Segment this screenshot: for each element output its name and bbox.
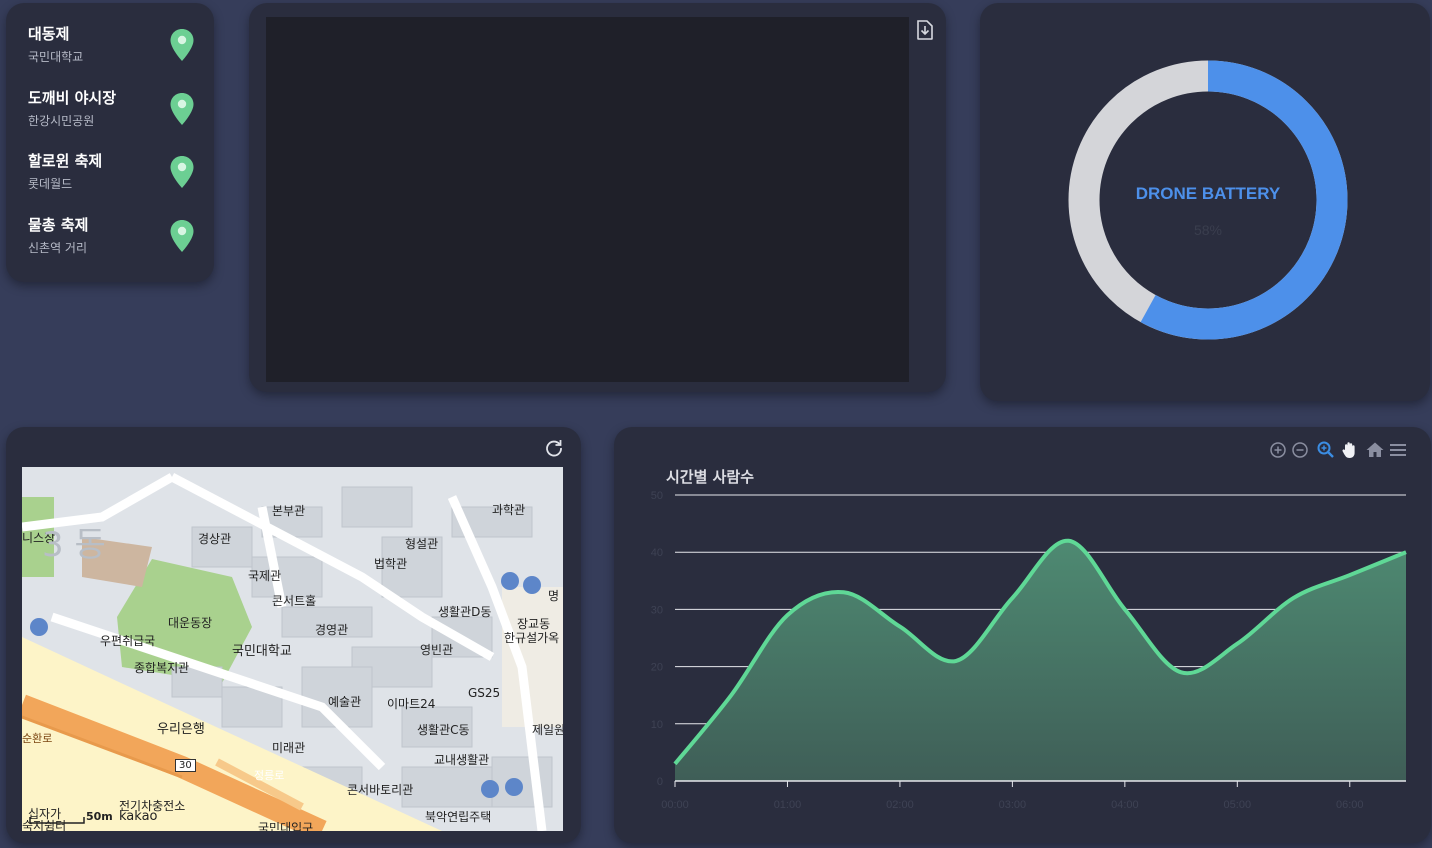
y-tick-label: 30 — [651, 604, 663, 616]
festival-item[interactable]: 물총 축제 신촌역 거리 — [28, 214, 203, 264]
festival-name: 할로윈 축제 — [28, 152, 103, 170]
x-tick-label: 01:00 — [774, 799, 802, 811]
refresh-icon[interactable] — [544, 438, 564, 458]
battery-title: DRONE BATTERY — [1135, 184, 1281, 203]
map-label: 국민대입구 — [258, 821, 314, 831]
map-label: 미래관 — [272, 741, 306, 755]
home-reset-icon[interactable] — [1365, 440, 1385, 460]
y-tick-label: 20 — [651, 662, 663, 674]
festival-name: 물총 축제 — [28, 216, 89, 234]
battery-card: DRONE BATTERY 58% — [980, 3, 1430, 401]
map-label: 우리은행 — [157, 722, 205, 737]
x-tick-label: 02:00 — [886, 799, 914, 811]
map-label: 이마트24 — [387, 697, 436, 711]
road-number-badge: 30 — [175, 759, 196, 772]
festival-item[interactable]: 할로윈 축제 롯데월드 — [28, 150, 203, 200]
festival-place: 신촌역 거리 — [28, 241, 88, 255]
map-label: 콘서바토리관 — [347, 783, 414, 797]
chart-card: 0 10 20 30 40 50 00:00 01:00 02:00 03:00 04:00 05:… — [614, 427, 1431, 843]
festival-place: 국민대학교 — [28, 50, 84, 64]
selection-zoom-icon[interactable] — [1316, 440, 1336, 460]
festival-name: 대동제 — [28, 25, 70, 43]
y-tick-label: 10 — [651, 719, 663, 731]
x-tick-label: 04:00 — [1111, 799, 1139, 811]
series-area — [675, 540, 1406, 781]
video-stream[interactable] — [266, 17, 909, 382]
map-label: 한규설가옥 — [504, 631, 560, 645]
map-label: GS25 — [468, 686, 501, 700]
festival-item[interactable]: 도깨비 야시장 한강시민공원 — [28, 87, 203, 137]
map-label: 본부관 — [272, 504, 306, 518]
y-tick-label: 0 — [657, 776, 663, 788]
map-label: 대운동장 — [168, 616, 213, 630]
map-view[interactable]: 본부관 과학관 형설관 경상관 법학관 국제관 콘서트홀 생활관D동 대운동장 … — [22, 467, 563, 831]
menu-icon[interactable] — [1388, 440, 1408, 460]
map-label: 제일원 — [532, 723, 563, 737]
map-label: 명 — [548, 589, 560, 603]
festival-list-card: 대동제 국민대학교 도깨비 야시장 한강시민공원 할로윈 축제 롯데월드 물총 … — [6, 3, 214, 282]
zoom-out-icon[interactable] — [1290, 440, 1310, 460]
map-label: 생활관C동 — [417, 723, 470, 737]
map-label: 형설관 — [405, 537, 439, 551]
pan-hand-icon[interactable] — [1340, 440, 1360, 460]
map-label: 우편취급국 — [100, 634, 156, 648]
map-label: 콘서트홀 — [272, 594, 317, 608]
map-label: 생활관D동 — [438, 605, 492, 619]
map-label: 정릉로 — [254, 769, 285, 782]
x-tick-label: 03:00 — [999, 799, 1027, 811]
area-chart: 0 10 20 30 40 50 00:00 01:00 02:00 03:00 04:00 05:… — [651, 490, 1407, 811]
video-card — [249, 3, 946, 392]
x-tick-label: 06:00 — [1336, 799, 1364, 811]
map-label: 3 동 — [42, 525, 106, 565]
festival-place: 한강시민공원 — [28, 114, 95, 128]
location-pin-icon[interactable] — [169, 28, 195, 62]
map-label: 순환로 — [22, 732, 53, 745]
map-label: 경영관 — [315, 623, 349, 637]
location-pin-icon[interactable] — [169, 92, 195, 126]
download-icon[interactable] — [916, 20, 934, 40]
chart-title: 시간별 사람수 — [666, 468, 755, 486]
map-label: 경상관 — [198, 532, 232, 546]
festival-name: 도깨비 야시장 — [28, 89, 117, 107]
map-label: 영빈관 — [420, 643, 454, 657]
festival-place: 롯데월드 — [28, 177, 73, 191]
map-scale: 50m — [86, 810, 113, 823]
location-pin-icon[interactable] — [169, 219, 195, 253]
y-tick-label: 50 — [651, 490, 663, 502]
x-tick-label: 00:00 — [661, 799, 689, 811]
map-label: 법학관 — [374, 557, 408, 571]
location-pin-icon[interactable] — [169, 155, 195, 189]
zoom-in-icon[interactable] — [1268, 440, 1288, 460]
map-label: 국민대학교 — [232, 644, 292, 659]
map-label: 교내생활관 — [434, 753, 490, 767]
map-card: 본부관 과학관 형설관 경상관 법학관 국제관 콘서트홀 생활관D동 대운동장 … — [6, 427, 581, 843]
map-label: 종합복지관 — [134, 661, 190, 675]
x-tick-label: 05:00 — [1224, 799, 1252, 811]
map-label: 과학관 — [492, 503, 526, 517]
map-label: 북악연립주택 — [425, 810, 492, 824]
festival-item[interactable]: 대동제 국민대학교 — [28, 23, 203, 73]
map-brand-logo: kakao — [119, 809, 158, 824]
map-label: 예술관 — [328, 695, 362, 709]
battery-percent: 58% — [1193, 222, 1223, 238]
map-label: 숙지쉼터 — [22, 819, 67, 831]
map-label: 국제관 — [248, 569, 282, 583]
y-tick-label: 40 — [651, 547, 663, 559]
